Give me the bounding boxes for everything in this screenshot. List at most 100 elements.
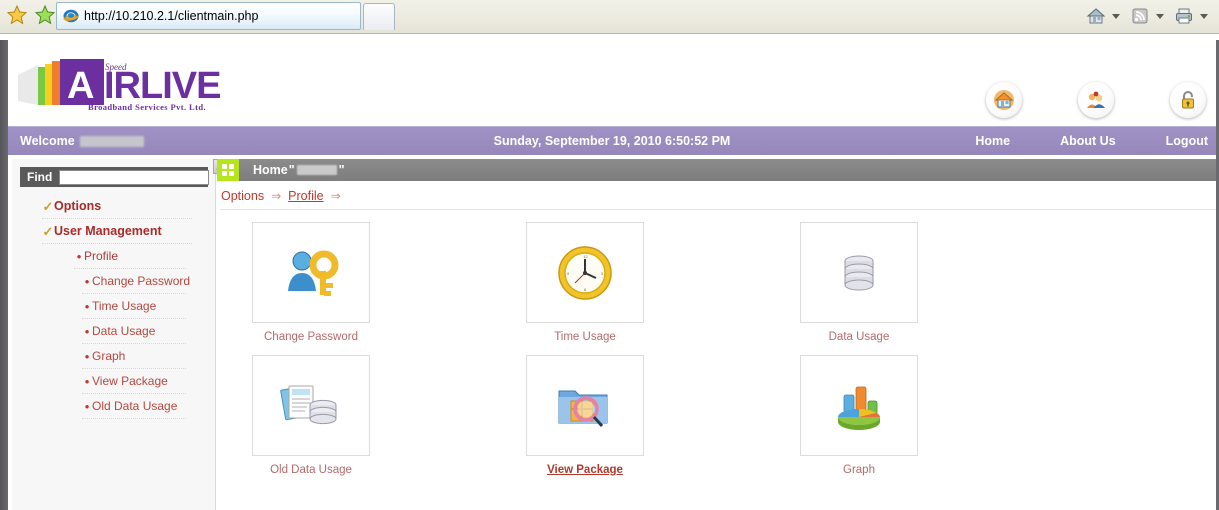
site-header: A IRLIVE Speed Broadband Services Pvt. L… bbox=[8, 40, 1216, 126]
rss-dropdown-caret-icon[interactable] bbox=[1156, 13, 1164, 19]
tile-icon-box bbox=[800, 222, 918, 323]
svg-text:Broadband Services Pvt. Ltd.: Broadband Services Pvt. Ltd. bbox=[88, 102, 206, 112]
content-title-bar: Home " " bbox=[217, 159, 1216, 181]
home-icon[interactable] bbox=[1083, 3, 1109, 29]
page-content: A IRLIVE Speed Broadband Services Pvt. L… bbox=[0, 40, 1219, 510]
page-title-text: Home bbox=[253, 163, 288, 177]
tile-icon-box bbox=[252, 355, 370, 456]
sidebar-separator bbox=[42, 218, 192, 219]
welcome-label: Welcome bbox=[20, 134, 75, 148]
tile-icon-box bbox=[252, 222, 370, 323]
tiles-grid: Change Password 12 3 6 9 Time Usage Data… bbox=[230, 222, 1216, 488]
svg-text:A: A bbox=[67, 65, 94, 107]
airlive-logo: A IRLIVE Speed Broadband Services Pvt. L… bbox=[16, 53, 228, 115]
header-icon-buttons bbox=[986, 82, 1206, 118]
sidebar-separator bbox=[42, 243, 192, 244]
sidebar-item-options[interactable]: ✓ Options bbox=[42, 195, 216, 217]
tile-icon-box bbox=[526, 355, 644, 456]
sidebar-item-profile[interactable]: • Profile bbox=[74, 245, 216, 267]
tile-label[interactable]: Change Password bbox=[230, 331, 392, 343]
rss-feed-icon[interactable] bbox=[1127, 3, 1153, 29]
tile-graph[interactable]: Graph bbox=[778, 355, 1052, 476]
sidebar-item-label: View Package bbox=[92, 374, 168, 388]
tile-change-password[interactable]: Change Password bbox=[230, 222, 504, 343]
breadcrumb-item-options[interactable]: Options bbox=[221, 189, 264, 203]
tile-label[interactable]: View Package bbox=[504, 464, 666, 476]
breadcrumb-item-profile[interactable]: Profile bbox=[288, 189, 323, 203]
page-title-quote-close: " bbox=[338, 163, 345, 177]
bullet-icon: • bbox=[76, 248, 82, 264]
sidebar-item-time-usage[interactable]: • Time Usage bbox=[82, 295, 216, 317]
svg-text:Speed: Speed bbox=[105, 62, 127, 72]
sidebar-separator bbox=[82, 343, 186, 344]
browser-toolbar-buttons bbox=[1083, 3, 1213, 29]
sidebar-item-view-package[interactable]: • View Package bbox=[82, 370, 216, 392]
internet-explorer-icon bbox=[62, 7, 80, 25]
sidebar-separator bbox=[74, 268, 186, 269]
header-home-button[interactable] bbox=[986, 82, 1022, 118]
tile-old-data-usage[interactable]: Old Data Usage bbox=[230, 355, 504, 476]
package-folder-icon bbox=[555, 379, 615, 433]
tile-label[interactable]: Graph bbox=[778, 464, 940, 476]
sidebar-item-label: Options bbox=[54, 199, 102, 213]
header-about-us-button[interactable] bbox=[1078, 82, 1114, 118]
tile-label[interactable]: Time Usage bbox=[504, 331, 666, 343]
nav-link-logout[interactable]: Logout bbox=[1166, 134, 1208, 148]
tiles-panel: Change Password 12 3 6 9 Time Usage Data… bbox=[220, 209, 1216, 510]
sidebar-item-user-management[interactable]: ✓ User Management bbox=[42, 220, 216, 242]
address-bar[interactable]: http://10.210.2.1/clientmain.php bbox=[56, 2, 361, 30]
sidebar-item-old-data-usage[interactable]: • Old Data Usage bbox=[82, 395, 216, 417]
nav-link-about-us[interactable]: About Us bbox=[1060, 134, 1116, 148]
print-dropdown-caret-icon[interactable] bbox=[1200, 13, 1208, 19]
browser-toolbar: http://10.210.2.1/clientmain.php bbox=[0, 0, 1219, 34]
bar-chart-3d-icon bbox=[830, 379, 888, 433]
screen: http://10.210.2.1/clientmain.php A IRLIV… bbox=[0, 0, 1219, 510]
bullet-icon: • bbox=[84, 373, 90, 389]
sidebar-separator bbox=[82, 393, 186, 394]
find-input[interactable] bbox=[59, 169, 210, 185]
check-icon: ✓ bbox=[42, 198, 54, 214]
page-title-user-redacted bbox=[296, 165, 337, 175]
page-title-quote-open: " bbox=[288, 163, 295, 177]
tile-data-usage[interactable]: Data Usage bbox=[778, 222, 1052, 343]
sidebar-separator bbox=[82, 418, 186, 419]
sidebar-item-label: Old Data Usage bbox=[92, 399, 178, 413]
bullet-icon: • bbox=[84, 323, 90, 339]
tile-view-package[interactable]: View Package bbox=[504, 355, 778, 476]
add-favorite-star-icon[interactable] bbox=[34, 4, 56, 26]
sidebar-separator bbox=[82, 368, 186, 369]
home-dropdown-caret-icon[interactable] bbox=[1112, 13, 1120, 19]
nav-link-home[interactable]: Home bbox=[975, 134, 1010, 148]
logout-lock-icon bbox=[1177, 89, 1199, 111]
sidebar-item-graph[interactable]: • Graph bbox=[82, 345, 216, 367]
new-tab-button[interactable] bbox=[363, 3, 395, 30]
tile-icon-box bbox=[800, 355, 918, 456]
sidebar-item-label: Data Usage bbox=[92, 324, 156, 338]
database-icon bbox=[834, 248, 884, 298]
nav-links: Home About Us Logout bbox=[975, 134, 1208, 148]
about-us-people-icon bbox=[1085, 89, 1107, 111]
breadcrumb-arrow-icon: ⇒ bbox=[271, 189, 282, 203]
star-icon[interactable] bbox=[6, 4, 28, 26]
print-icon[interactable] bbox=[1171, 3, 1197, 29]
bullet-icon: • bbox=[84, 348, 90, 364]
page-left-gutter bbox=[0, 40, 8, 510]
sidebar-item-data-usage[interactable]: • Data Usage bbox=[82, 320, 216, 342]
main-navbar: Welcome Sunday, September 19, 2010 6:50:… bbox=[8, 126, 1216, 155]
sidebar-tree: ✓ Options ✓ User Management • Profile • … bbox=[12, 195, 216, 420]
sidebar-separator bbox=[82, 293, 186, 294]
sidebar-item-label: Graph bbox=[92, 349, 126, 363]
home-icon bbox=[993, 89, 1015, 111]
documents-database-icon bbox=[279, 378, 343, 434]
sidebar-item-label: Change Password bbox=[92, 274, 191, 288]
content-area: Home " " Options ⇒ Profile ⇒ Change Pass… bbox=[217, 159, 1216, 510]
header-logout-button[interactable] bbox=[1170, 82, 1206, 118]
page-viewport: A IRLIVE Speed Broadband Services Pvt. L… bbox=[0, 34, 1219, 510]
tile-time-usage[interactable]: 12 3 6 9 Time Usage bbox=[504, 222, 778, 343]
grid-squares-icon bbox=[217, 159, 239, 181]
sidebar-item-change-password[interactable]: • Change Password bbox=[82, 270, 216, 292]
sidebar: Find ✓ Options ✓ User Management • Profi… bbox=[12, 159, 227, 510]
tile-label[interactable]: Data Usage bbox=[778, 331, 940, 343]
bullet-icon: • bbox=[84, 273, 90, 289]
tile-label[interactable]: Old Data Usage bbox=[230, 464, 392, 476]
